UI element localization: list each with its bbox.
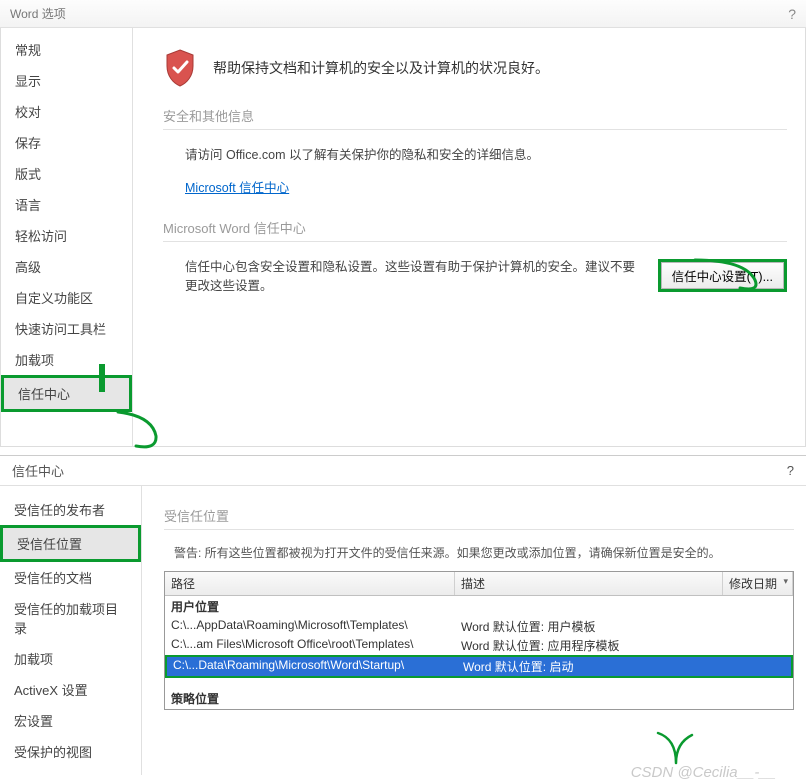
- trust-center-settings-button[interactable]: 信任中心设置(T)...: [661, 262, 784, 289]
- group-user-locations: 用户位置: [165, 596, 793, 617]
- sidebar-item[interactable]: 信任中心: [4, 378, 129, 409]
- sidebar-item[interactable]: 加载项: [0, 643, 141, 674]
- sidebar-item[interactable]: 快速访问工具栏: [1, 313, 132, 344]
- trust-center-window-title: 信任中心: [12, 461, 64, 480]
- hero-text: 帮助保持文档和计算机的安全以及计算机的状况良好。: [213, 58, 549, 78]
- cell-desc: Word 默认位置: 应用程序模板: [455, 636, 793, 655]
- col-path[interactable]: 路径: [165, 572, 455, 595]
- section-security-text: 请访问 Office.com 以了解有关保护你的隐私和安全的详细信息。: [185, 144, 787, 163]
- col-desc[interactable]: 描述: [455, 572, 723, 595]
- sidebar-item[interactable]: 保存: [1, 127, 132, 158]
- section-security-title: 安全和其他信息: [163, 106, 787, 125]
- annotation-arrow-icon: [646, 725, 706, 769]
- sidebar-item[interactable]: 自定义功能区: [1, 282, 132, 313]
- trust-center-sidebar: 受信任的发布者受信任位置受信任的文档受信任的加载项目录加载项ActiveX 设置…: [0, 486, 142, 775]
- trust-center-content: 受信任位置 警告: 所有这些位置都被视为打开文件的受信任来源。如果您更改或添加位…: [142, 486, 806, 775]
- sidebar-item[interactable]: 校对: [1, 96, 132, 127]
- cell-path: C:\...am Files\Microsoft Office\root\Tem…: [165, 636, 455, 655]
- cell-path: C:\...Data\Roaming\Microsoft\Word\Startu…: [167, 657, 457, 676]
- sidebar-item[interactable]: 语言: [1, 189, 132, 220]
- table-row[interactable]: C:\...am Files\Microsoft Office\root\Tem…: [165, 636, 793, 655]
- cell-desc: Word 默认位置: 用户模板: [455, 617, 793, 636]
- trusted-locations-heading: 受信任位置: [164, 506, 794, 525]
- annotation-highlight: 信任中心: [1, 375, 132, 412]
- watermark-text: CSDN @Cecilia__-__: [631, 764, 776, 781]
- table-header: 路径 描述 修改日期: [165, 572, 793, 596]
- sidebar-item[interactable]: ActiveX 设置: [0, 674, 141, 705]
- divider: [163, 129, 787, 130]
- divider: [163, 241, 787, 242]
- sidebar-item[interactable]: 受保护的视图: [0, 736, 141, 767]
- sidebar-item[interactable]: 版式: [1, 158, 132, 189]
- options-sidebar: 常规显示校对保存版式语言轻松访问高级自定义功能区快速访问工具栏加载项信任中心: [1, 28, 133, 446]
- annotation-highlight: 信任中心设置(T)...: [658, 259, 787, 292]
- annotation-highlight: 受信任位置: [0, 525, 141, 562]
- sidebar-item[interactable]: 宏设置: [0, 705, 141, 736]
- section-tc-title: Microsoft Word 信任中心: [163, 218, 787, 237]
- sidebar-item[interactable]: 显示: [1, 65, 132, 96]
- help-icon[interactable]: ?: [787, 463, 794, 478]
- window-title: Word 选项: [10, 5, 66, 22]
- sidebar-item[interactable]: 高级: [1, 251, 132, 282]
- sidebar-item[interactable]: 轻松访问: [1, 220, 132, 251]
- sidebar-item[interactable]: 加载项: [1, 344, 132, 375]
- table-row[interactable]: C:\...Data\Roaming\Microsoft\Word\Startu…: [167, 657, 791, 676]
- shield-icon: [163, 48, 197, 88]
- sidebar-item[interactable]: 常规: [1, 34, 132, 65]
- sidebar-item[interactable]: 受信任的文档: [0, 562, 141, 593]
- annotation-highlight: C:\...Data\Roaming\Microsoft\Word\Startu…: [165, 655, 793, 678]
- col-date[interactable]: 修改日期: [723, 572, 793, 595]
- group-policy-locations: 策略位置: [165, 688, 793, 709]
- table-row[interactable]: C:\...AppData\Roaming\Microsoft\Template…: [165, 617, 793, 636]
- sidebar-item[interactable]: 受信任的发布者: [0, 494, 141, 525]
- divider: [164, 529, 794, 530]
- trusted-locations-warning: 警告: 所有这些位置都被视为打开文件的受信任来源。如果您更改或添加位置，请确保新…: [174, 544, 794, 561]
- trusted-locations-table: 路径 描述 修改日期 用户位置 C:\...AppData\Roaming\Mi…: [164, 571, 794, 710]
- annotation-mark: [99, 364, 105, 392]
- help-icon[interactable]: ?: [788, 6, 796, 22]
- section-tc-text: 信任中心包含安全设置和隐私设置。这些设置有助于保护计算机的安全。建议不要更改这些…: [163, 256, 646, 294]
- trust-center-link[interactable]: Microsoft 信任中心: [185, 177, 289, 196]
- options-content: 帮助保持文档和计算机的安全以及计算机的状况良好。 安全和其他信息 请访问 Off…: [133, 28, 805, 446]
- sidebar-item[interactable]: 受信任的加载项目录: [0, 593, 141, 643]
- sidebar-item[interactable]: 受信任位置: [3, 528, 138, 559]
- cell-desc: Word 默认位置: 启动: [457, 657, 791, 676]
- cell-path: C:\...AppData\Roaming\Microsoft\Template…: [165, 617, 455, 636]
